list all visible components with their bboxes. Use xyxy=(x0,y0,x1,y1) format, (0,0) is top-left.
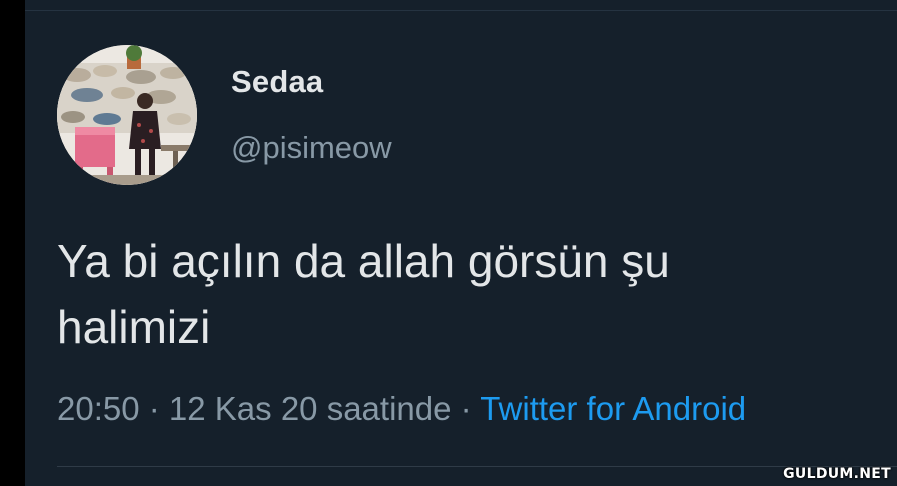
tweet-text-line: Ya bi açılın da allah görsün şu xyxy=(57,235,670,287)
avatar-photo-icon xyxy=(57,45,197,185)
tweet-text: Ya bi açılın da allah görsün şu halimizi xyxy=(57,228,877,360)
screenshot-frame: Sedaa @pisimeow Ya bi açılın da allah gö… xyxy=(0,0,897,486)
tweet-time[interactable]: 20:50 xyxy=(57,390,140,427)
avatar[interactable] xyxy=(57,45,197,185)
top-divider xyxy=(25,10,897,11)
tweet-metadata: 20:50 · 12 Kas 20 saatinde · Twitter for… xyxy=(57,390,746,428)
tweet-date[interactable]: 12 Kas 20 saatinde xyxy=(169,390,452,427)
tweet-text-line: halimizi xyxy=(57,301,211,353)
user-handle[interactable]: @pisimeow xyxy=(231,130,392,166)
display-name[interactable]: Sedaa xyxy=(231,64,323,100)
watermark: GULDUM.NET xyxy=(783,466,891,482)
bottom-divider xyxy=(57,466,897,467)
separator-dot: · xyxy=(451,390,481,427)
separator-dot: · xyxy=(139,390,169,427)
tweet-card: Sedaa @pisimeow Ya bi açılın da allah gö… xyxy=(25,0,897,486)
tweet-source-link[interactable]: Twitter for Android xyxy=(480,390,746,427)
